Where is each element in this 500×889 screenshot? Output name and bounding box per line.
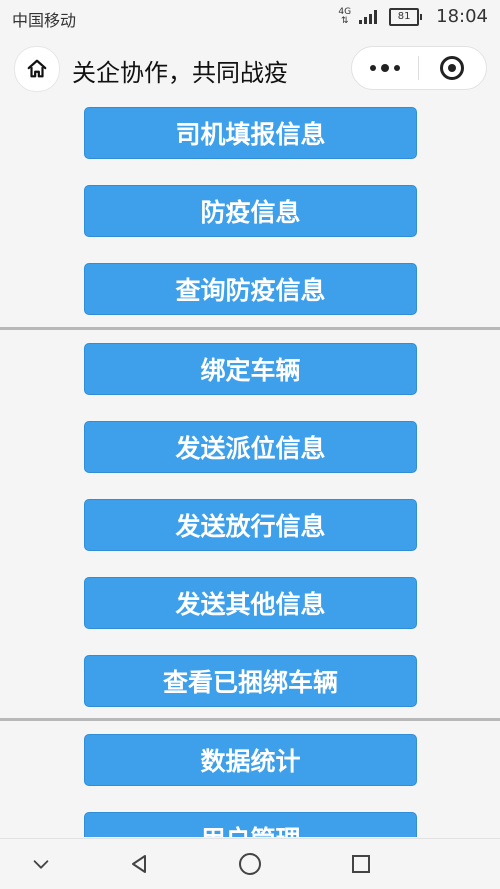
statistics-button[interactable]: 数据统计 xyxy=(84,734,417,786)
target-icon xyxy=(440,56,464,80)
section-divider xyxy=(0,327,500,330)
home-circle-icon xyxy=(239,853,261,875)
nav-hide-button[interactable] xyxy=(27,850,55,878)
more-button[interactable] xyxy=(352,64,418,72)
menu-capsule xyxy=(351,46,487,90)
close-button[interactable] xyxy=(419,56,485,80)
battery-level: 81 xyxy=(389,7,420,26)
clock: 18:04 xyxy=(436,6,488,27)
nav-recent-button[interactable] xyxy=(347,850,375,878)
view-bound-vehicles-button[interactable]: 查看已捆绑车辆 xyxy=(84,655,417,707)
chevron-down-icon xyxy=(33,860,49,869)
recent-square-icon xyxy=(352,855,370,873)
driver-report-button[interactable]: 司机填报信息 xyxy=(84,107,417,159)
page-title: 关企协作，共同战疫 xyxy=(72,59,288,87)
send-release-button[interactable]: 发送放行信息 xyxy=(84,499,417,551)
system-nav-bar xyxy=(0,838,500,889)
user-management-button[interactable]: 用户管理 xyxy=(84,812,417,837)
carrier-name: 中国移动 xyxy=(12,11,77,30)
home-icon xyxy=(27,59,47,78)
battery-icon: 81 xyxy=(389,7,423,26)
back-triangle-icon xyxy=(132,855,146,873)
send-dispatch-button[interactable]: 发送派位信息 xyxy=(84,421,417,473)
home-button[interactable] xyxy=(14,46,60,92)
send-other-button[interactable]: 发送其他信息 xyxy=(84,577,417,629)
more-icon xyxy=(370,64,400,72)
signal-icon xyxy=(359,9,378,24)
nav-home-button[interactable] xyxy=(236,850,264,878)
status-indicators: 4G ⇅ 81 18:04 xyxy=(338,6,488,27)
status-bar: 中国移动 4G ⇅ 81 18:04 xyxy=(0,0,500,34)
menu-list: 司机填报信息 防疫信息 查询防疫信息 绑定车辆 发送派位信息 发送放行信息 发送… xyxy=(0,102,500,837)
epidemic-info-button[interactable]: 防疫信息 xyxy=(84,185,417,237)
query-epidemic-button[interactable]: 查询防疫信息 xyxy=(84,263,417,315)
bind-vehicle-button[interactable]: 绑定车辆 xyxy=(84,343,417,395)
data-arrows-icon: ⇅ xyxy=(341,15,349,26)
section-divider xyxy=(0,718,500,721)
mini-program-header: 关企协作，共同战疫 xyxy=(0,34,500,102)
network-indicator: 4G ⇅ xyxy=(338,7,351,26)
nav-back-button[interactable] xyxy=(125,850,153,878)
